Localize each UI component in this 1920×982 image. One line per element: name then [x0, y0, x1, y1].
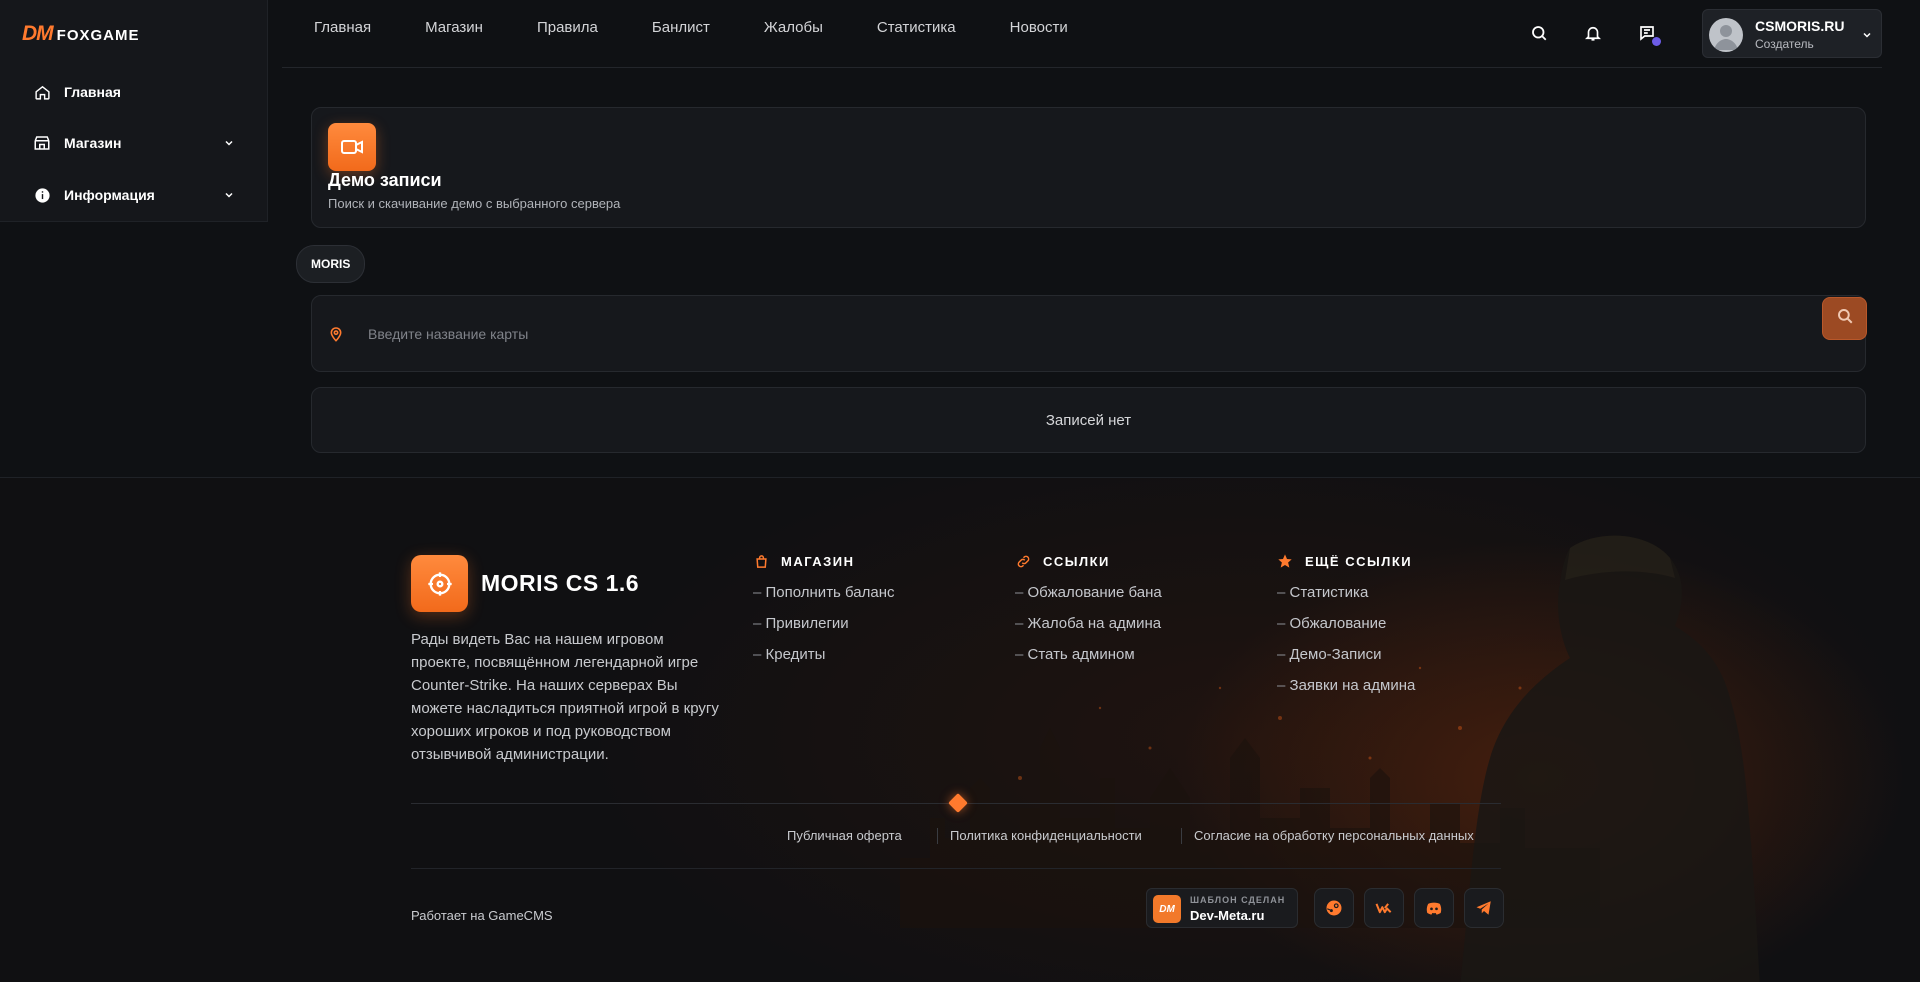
footer-column-title-text: ЕЩЁ ССЫЛКИ [1305, 553, 1413, 569]
server-tab-moris[interactable]: MORIS [296, 245, 366, 283]
sidebar-item-label: Главная [64, 84, 121, 100]
star-icon [1277, 553, 1293, 569]
user-menu[interactable]: CSMORIS.RU Создатель [1702, 9, 1882, 58]
footer-column-title-text: МАГАЗИН [781, 553, 855, 569]
map-search-card [311, 295, 1867, 372]
legal-link-offer[interactable]: Публичная оферта [787, 828, 902, 843]
logo-dm: DM [22, 22, 54, 45]
video-camera-icon [328, 123, 376, 171]
bell-icon[interactable] [1582, 22, 1604, 44]
telegram-icon[interactable] [1464, 888, 1504, 928]
footer-link[interactable]: Обжалование бана [1015, 583, 1162, 614]
store-icon [32, 133, 52, 153]
empty-state-text: Записей нет [1045, 411, 1132, 429]
footer-link[interactable]: Привилегии [753, 614, 895, 645]
template-site: Dev-Meta.ru [1190, 908, 1265, 923]
sidebar-item-store[interactable]: Магазин [32, 131, 236, 155]
map-pin-icon [328, 325, 344, 348]
footer-column-more-links: ЕЩЁ ССЫЛКИ Статистика Обжалование Демо-З… [1277, 553, 1415, 707]
chevron-down-icon [222, 136, 236, 150]
nav-link-rules[interactable]: Правила [537, 19, 598, 36]
footer-link[interactable]: Пополнить баланс [753, 583, 895, 614]
footer-column-title-text: ССЫЛКИ [1043, 553, 1110, 569]
sidebar-item-label: Магазин [64, 135, 122, 151]
top-navbar: Главная Магазин Правила Банлист Жалобы С… [282, 0, 1882, 68]
sidebar-item-info[interactable]: Информация [32, 183, 236, 207]
footer-link[interactable]: Статистика [1277, 583, 1415, 614]
footer-link[interactable]: Заявки на админа [1277, 676, 1416, 707]
powered-by[interactable]: Работает на GameCMS [411, 908, 553, 923]
search-button[interactable] [1822, 297, 1867, 340]
chevron-down-icon [222, 188, 236, 202]
footer-brand: MORIS CS 1.6 [481, 570, 640, 596]
template-by-label: ШАБЛОН СДЕЛАН [1190, 895, 1286, 905]
nav-links: Главная Магазин Правила Банлист Жалобы С… [314, 19, 1122, 36]
sidebar: DM FOXGAME Главная Магазин Информация [0, 0, 268, 222]
footer-column-links: ССЫЛКИ Обжалование бана Жалоба на админа… [1015, 553, 1162, 676]
sidebar-item-home[interactable]: Главная [32, 80, 236, 104]
dev-meta-logo: DM [1153, 895, 1181, 923]
footer-about: Рады видеть Вас на нашем игровом проекте… [411, 631, 719, 763]
legal-link-consent[interactable]: Согласие на обработку персональных данны… [1194, 828, 1474, 843]
footer-link[interactable]: Кредиты [753, 645, 895, 676]
footer-link[interactable]: Обжалование [1277, 614, 1415, 645]
nav-link-stats[interactable]: Статистика [877, 19, 956, 36]
avatar [1709, 18, 1743, 52]
page-header-card: Демо записи Поиск и скачивание демо с вы… [311, 107, 1866, 228]
nav-link-banlist[interactable]: Банлист [652, 19, 710, 36]
nav-link-store[interactable]: Магазин [425, 19, 483, 36]
footer-link[interactable]: Стать админом [1015, 645, 1162, 676]
nav-link-news[interactable]: Новости [1010, 19, 1068, 36]
crosshair-icon [411, 555, 468, 612]
chevron-down-icon [1861, 28, 1873, 46]
top-icons [1528, 22, 1661, 46]
empty-state: Записей нет [311, 387, 1866, 453]
page-title: Демо записи [328, 170, 442, 190]
nav-link-complaints[interactable]: Жалобы [764, 19, 823, 36]
link-icon [1015, 553, 1031, 569]
notification-dot [1652, 37, 1661, 46]
search-icon[interactable] [1528, 22, 1550, 44]
legal-separator [937, 828, 938, 844]
site-logo[interactable]: DM FOXGAME [22, 22, 140, 46]
page-subtitle: Поиск и скачивание демо с выбранного сер… [328, 196, 621, 211]
user-role: Создатель [1755, 37, 1814, 51]
footer-link[interactable]: Демо-Записи [1277, 645, 1415, 676]
user-name: CSMORIS.RU [1755, 18, 1845, 34]
legal-link-privacy[interactable]: Политика конфиденциальности [950, 828, 1142, 843]
map-search-input[interactable] [368, 316, 1768, 352]
footer-column-title: ЕЩЁ ССЫЛКИ [1277, 553, 1415, 569]
bag-icon [753, 553, 769, 569]
home-icon [32, 82, 52, 102]
info-icon [32, 185, 52, 205]
chat-icon[interactable] [1636, 22, 1661, 46]
vk-icon[interactable] [1364, 888, 1404, 928]
footer-column-title: МАГАЗИН [753, 553, 895, 569]
footer-column-title: ССЫЛКИ [1015, 553, 1162, 569]
footer-divider [411, 868, 1501, 869]
template-author-badge[interactable]: DM ШАБЛОН СДЕЛАН Dev-Meta.ru [1146, 888, 1298, 928]
footer-link[interactable]: Жалоба на админа [1015, 614, 1162, 645]
sidebar-item-label: Информация [64, 187, 155, 203]
nav-link-home[interactable]: Главная [314, 19, 371, 36]
search-icon [1836, 307, 1854, 330]
legal-separator [1181, 828, 1182, 844]
steam-icon[interactable] [1314, 888, 1354, 928]
discord-icon[interactable] [1414, 888, 1454, 928]
footer-column-store: МАГАЗИН Пополнить баланс Привилегии Кред… [753, 553, 895, 676]
logo-text: FOXGAME [56, 27, 140, 44]
footer: MORIS CS 1.6 Рады видеть Вас на нашем иг… [0, 477, 1920, 982]
